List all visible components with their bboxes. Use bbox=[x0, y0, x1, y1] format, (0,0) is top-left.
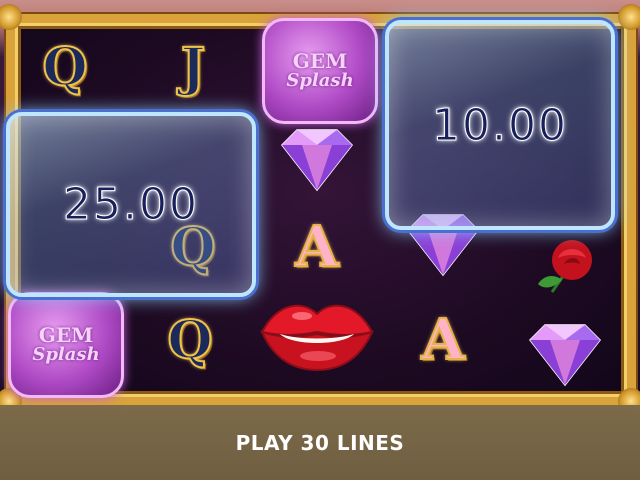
symbol-gem-splash: GEM Splash bbox=[262, 18, 378, 124]
symbol-a: A bbox=[420, 306, 465, 374]
slot-stage: Q GEM Splash J Q Q GEM Splash A bbox=[0, 0, 640, 414]
symbol-diamond bbox=[272, 125, 362, 195]
symbol-lips bbox=[258, 292, 376, 372]
lips-icon bbox=[260, 304, 374, 372]
symbol-a: A bbox=[294, 213, 339, 281]
win-box-right: 10.00 bbox=[385, 20, 615, 230]
rose-icon bbox=[538, 240, 592, 293]
diamond-icon bbox=[281, 129, 353, 192]
win-amount-left: 25.00 bbox=[63, 179, 199, 231]
symbol-j: J bbox=[180, 36, 207, 99]
play-lines-label: PLAY 30 LINES bbox=[235, 430, 405, 455]
gem-badge-line1: GEM bbox=[292, 49, 348, 73]
play-lines-bar[interactable]: PLAY 30 LINES bbox=[0, 405, 640, 480]
win-box-left: 25.00 bbox=[6, 112, 256, 297]
symbol-gem-splash: GEM Splash bbox=[8, 292, 124, 398]
gem-badge-line1: GEM bbox=[38, 323, 94, 347]
symbol-q: Q bbox=[41, 36, 88, 99]
diamond-icon bbox=[529, 324, 601, 387]
frame-corner-ornament bbox=[618, 4, 640, 30]
gem-badge-line2: Splash bbox=[32, 344, 100, 365]
symbol-rose bbox=[532, 232, 602, 302]
gem-badge-line2: Splash bbox=[286, 70, 354, 91]
win-amount-right: 10.00 bbox=[432, 99, 568, 151]
symbol-diamond bbox=[520, 320, 610, 390]
symbol-q: Q bbox=[166, 309, 213, 372]
